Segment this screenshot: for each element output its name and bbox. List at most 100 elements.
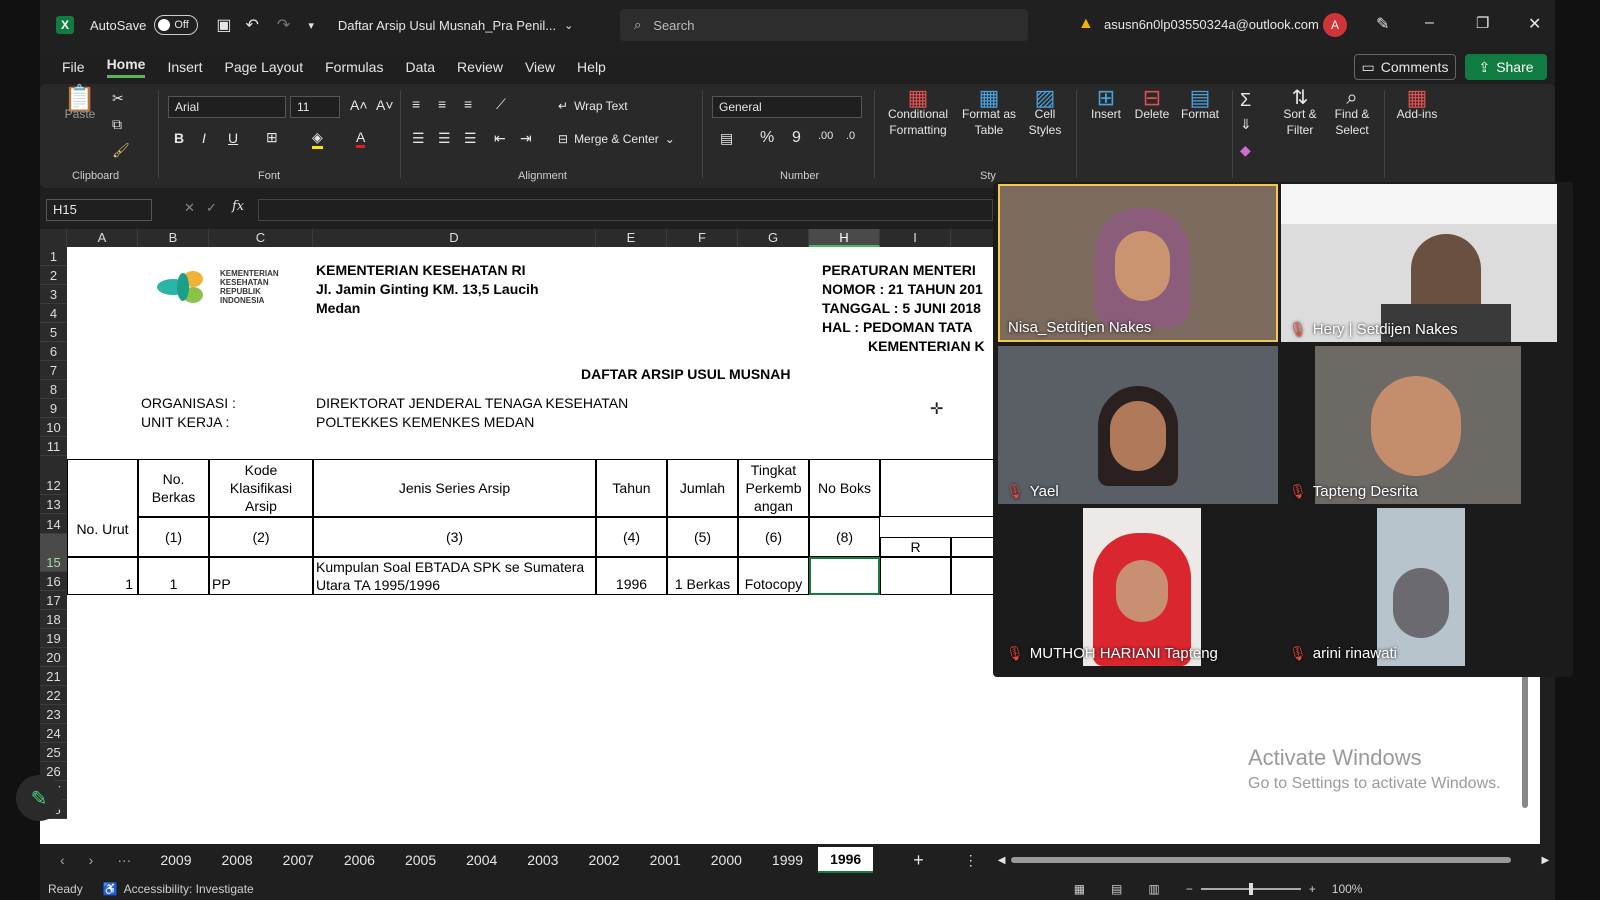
zoom-in-icon[interactable]: + [1309, 882, 1316, 896]
number-format-select[interactable]: General [712, 96, 862, 118]
fill-icon[interactable]: ⇓ [1240, 116, 1252, 133]
accessibility-status[interactable]: Accessibility: Investigate [124, 882, 254, 896]
shrink-font-icon[interactable]: A˅ [376, 97, 394, 113]
underline-icon[interactable]: U [228, 130, 238, 146]
zoom-out-icon[interactable]: − [1186, 882, 1193, 896]
increase-indent-icon[interactable]: ⇥ [520, 130, 532, 147]
cell-rak[interactable] [880, 557, 951, 595]
horizontal-scrollbar[interactable] [1011, 857, 1512, 863]
sheet-tab-2004[interactable]: 2004 [451, 852, 512, 868]
copy-icon[interactable]: ⧉ [112, 116, 122, 133]
cell-no-berkas[interactable]: 1 [138, 557, 209, 595]
menu-formulas[interactable]: Formulas [325, 59, 383, 75]
search-box[interactable]: ⌕ Search [620, 9, 1028, 41]
row-header[interactable]: 3 [40, 285, 67, 304]
page-break-view-icon[interactable]: ▥ [1148, 882, 1159, 896]
participant-tile[interactable]: 🎙 Tapteng Desrita [1281, 346, 1557, 504]
participant-tile[interactable]: Nisa_Setditjen Nakes [998, 184, 1278, 342]
document-title[interactable]: Daftar Arsip Usul Musnah_Pra Penil... [338, 18, 556, 33]
font-size-select[interactable]: 11 [290, 96, 340, 118]
zoom-level[interactable]: 100% [1332, 882, 1363, 896]
menu-review[interactable]: Review [457, 59, 503, 75]
bold-icon[interactable]: B [174, 130, 184, 146]
avatar[interactable]: A [1323, 13, 1347, 37]
cell-no-boks-active[interactable] [809, 557, 880, 595]
align-bottom-icon[interactable]: ≡ [464, 96, 472, 112]
sheet-tab-2006[interactable]: 2006 [329, 852, 390, 868]
row-header[interactable]: 22 [40, 686, 67, 705]
sort-filter-button[interactable]: ⇅ Sort & Filter [1276, 88, 1324, 138]
zoom-slider[interactable] [1200, 883, 1301, 895]
sheet-tab-1999[interactable]: 1999 [757, 852, 818, 868]
column-header[interactable]: E [596, 229, 667, 247]
row-header[interactable]: 18 [40, 610, 67, 629]
column-header[interactable]: C [209, 229, 313, 247]
accounting-format-icon[interactable]: ▤ [720, 130, 733, 147]
paste-button[interactable]: 📋 Paste [62, 85, 98, 122]
row-header[interactable]: 11 [40, 437, 67, 456]
row-header[interactable]: 12 [40, 456, 67, 495]
formula-input[interactable] [258, 199, 993, 221]
menu-data[interactable]: Data [405, 59, 435, 75]
italic-icon[interactable]: I [202, 130, 206, 146]
row-header[interactable]: 23 [40, 705, 67, 724]
row-header[interactable]: 21 [40, 667, 67, 686]
cell-styles-button[interactable]: ▨ Cell Styles [1022, 87, 1068, 138]
next-tab-icon[interactable]: › [89, 852, 94, 868]
participant-tile[interactable]: 🎙 Hery | Setdijen Nakes [1281, 184, 1557, 342]
row-header[interactable]: 10 [40, 418, 67, 437]
increase-decimal-icon[interactable]: .00 [818, 130, 833, 142]
decrease-indent-icon[interactable]: ⇤ [494, 130, 506, 147]
column-header[interactable]: F [667, 229, 738, 247]
insert-cells-button[interactable]: ⊞ Insert [1086, 87, 1126, 122]
redo-icon[interactable]: ↷ [277, 15, 290, 35]
align-middle-icon[interactable]: ≡ [438, 96, 446, 112]
row-header[interactable]: 25 [40, 743, 67, 762]
find-select-button[interactable]: ⌕ Find & Select [1328, 88, 1376, 138]
menu-view[interactable]: View [525, 59, 555, 75]
participant-tile[interactable]: 🎙 MUTHOH HARIANI Tapteng [998, 508, 1278, 666]
cell-tingkat[interactable]: Fotocopy [738, 557, 809, 595]
row-header[interactable]: 4 [40, 304, 67, 323]
sheet-tab-2007[interactable]: 2007 [268, 852, 329, 868]
row-header[interactable]: 14 [40, 514, 67, 534]
column-header-selected[interactable]: H [809, 229, 880, 247]
align-left-icon[interactable]: ☰ [412, 130, 425, 147]
column-header[interactable]: D [313, 229, 596, 247]
restore-icon[interactable]: ❐ [1476, 14, 1489, 32]
tab-options-icon[interactable]: ⋮ [964, 852, 978, 869]
row-header[interactable]: 5 [40, 323, 67, 342]
participant-tile[interactable]: 🎙 arini rinawati [1281, 508, 1557, 666]
sheet-tab-2008[interactable]: 2008 [207, 852, 268, 868]
page-layout-view-icon[interactable]: ▤ [1111, 882, 1122, 896]
undo-icon[interactable]: ↶ [246, 15, 259, 35]
column-header[interactable]: I [880, 229, 951, 247]
format-cells-button[interactable]: ▤ Format [1178, 87, 1222, 122]
row-header[interactable]: 7 [40, 361, 67, 380]
minimize-icon[interactable]: – [1425, 14, 1434, 32]
sheet-tab-2000[interactable]: 2000 [696, 852, 757, 868]
column-header[interactable]: G [738, 229, 809, 247]
conditional-formatting-button[interactable]: ▦ Conditional Formatting [880, 87, 956, 138]
cell-no-urut[interactable]: 1 [67, 557, 138, 595]
insert-function-icon[interactable]: fx [232, 199, 244, 214]
clear-icon[interactable]: ◆ [1240, 142, 1251, 159]
row-header[interactable]: 16 [40, 572, 67, 591]
participant-tile[interactable]: 🎙 Yael [998, 346, 1278, 504]
row-header[interactable]: 2 [40, 266, 67, 285]
font-color-icon[interactable]: A [356, 129, 366, 148]
add-sheet-icon[interactable]: + [913, 850, 924, 871]
scroll-left-icon[interactable]: ◀ [998, 855, 1006, 866]
row-header[interactable]: 9 [40, 399, 67, 418]
cell-kode[interactable]: PP [209, 557, 313, 595]
more-tabs-icon[interactable]: ··· [117, 852, 131, 868]
share-button[interactable]: ⇪ Share [1465, 54, 1547, 80]
align-center-icon[interactable]: ☰ [438, 130, 451, 147]
customize-qat-icon[interactable]: ▾ [308, 19, 314, 32]
cell-jumlah[interactable]: 1 Berkas [667, 557, 738, 595]
row-header[interactable]: 20 [40, 648, 67, 667]
menu-home[interactable]: Home [106, 56, 146, 78]
cut-icon[interactable]: ✂ [112, 90, 124, 107]
decrease-decimal-icon[interactable]: .0 [846, 130, 855, 142]
row-header[interactable]: 15 [40, 534, 67, 572]
